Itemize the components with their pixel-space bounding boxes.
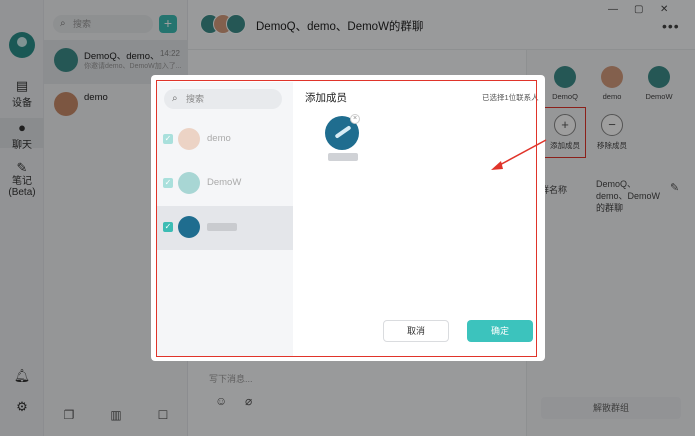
annotation-arrow bbox=[491, 139, 547, 170]
app-window: ▤ 设备 ● 聊天 ✎ 笔记 (Beta) 🔔︎ ⚙ ⌕ 搜索 + DemoQ、… bbox=[0, 0, 695, 436]
